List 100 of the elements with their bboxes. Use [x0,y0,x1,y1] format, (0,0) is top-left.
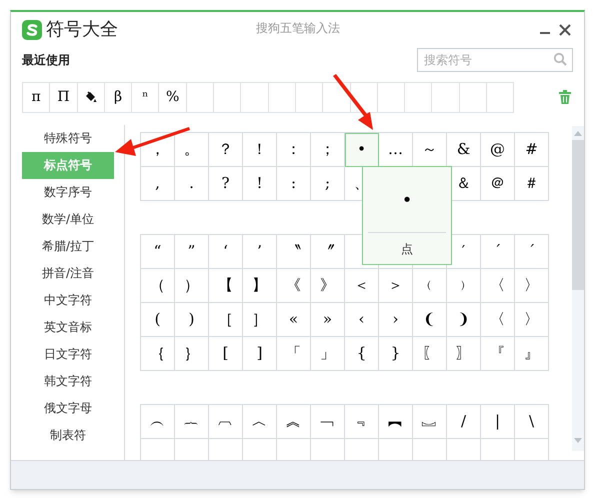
symbol-cell[interactable]: 〉 [515,302,549,337]
paint-bucket-icon [84,90,98,104]
symbol-cell[interactable]: ］ [243,302,277,337]
category-item[interactable]: 制表符 [22,422,114,449]
symbol-cell[interactable]: } [379,336,413,371]
symbol-cell[interactable]: ［ [209,302,243,337]
window-title: 符号大全 [46,18,118,42]
category-item[interactable]: 数字序号 [22,178,114,206]
symbol-cell[interactable]: 〈 [481,268,515,303]
symbol-cell[interactable]: 〝 [277,234,311,269]
symbol-cell[interactable]: 〈 [481,302,515,337]
category-item[interactable]: 中文字符 [22,286,114,314]
symbol-cell[interactable]: ﹁ [311,404,345,439]
category-item[interactable]: 特殊符号 [22,124,114,152]
symbol-cell[interactable]: （ [141,268,175,303]
annotation-arrow [333,74,373,130]
symbol-cell[interactable]: ﹃ [345,404,379,439]
search-field[interactable]: 搜索符号 [417,48,573,72]
symbol-cell[interactable]: ） [175,268,209,303]
symbol-cell[interactable]: ‘ [209,234,243,269]
symbol-cell[interactable]: [ [209,336,243,371]
symbol-cell[interactable]: • [345,132,379,167]
symbol-cell[interactable]: ︵ [141,404,175,439]
scroll-thumb[interactable] [572,140,584,290]
symbol-cell[interactable]: ❨ [413,302,447,337]
scroll-up-icon[interactable] [573,128,583,137]
category-item[interactable]: 韩文字符 [22,368,114,395]
recent-cell[interactable]: β [104,82,132,113]
symbol-cell[interactable]: 【 [209,268,243,303]
symbol-cell[interactable]: ： [277,132,311,167]
symbol-cell[interactable]: ﹙ [413,268,447,303]
symbol-cell[interactable]: ︗ [413,404,447,439]
symbol-cell[interactable]: 《 [277,268,311,303]
scroll-down-icon[interactable] [573,436,583,445]
symbol-cell[interactable]: ” [175,234,209,269]
symbol-cell[interactable]: ? [209,166,243,201]
symbol-cell[interactable]: | [481,404,515,439]
category-item[interactable]: 拼音/注音 [22,260,114,287]
symbol-cell[interactable]: / [447,404,481,439]
trash-icon[interactable] [559,90,571,104]
symbol-cell[interactable]: ‹ [345,302,379,337]
category-item[interactable]: 英文音标 [22,314,114,341]
symbol-cell[interactable]: ﹚ [447,268,481,303]
symbol-cell[interactable]: 」 [311,336,345,371]
symbol-name: 点 [401,240,413,258]
recent-cell[interactable]: % [159,82,187,113]
symbol-cell[interactable]: ｛ [141,336,175,371]
symbol-cell[interactable]: 〖 [413,336,447,371]
symbol-cell[interactable]: , [141,166,175,201]
app-name: 搜狗五笔输入法 [256,20,340,37]
symbol-cell[interactable]: ❩ [447,302,481,337]
category-item[interactable]: 日文字符 [22,340,114,368]
symbol-cell[interactable]: ︷ [175,404,209,439]
symbol-cell[interactable]: ´ [481,234,515,269]
symbol-cell[interactable]: › [379,302,413,337]
recent-cell[interactable] [78,82,105,113]
symbol-cell[interactable]: » [311,302,345,337]
symbol-cell[interactable]: ｝ [175,336,209,371]
symbol-cell[interactable]: 》 [311,268,345,303]
search-icon[interactable] [553,52,567,66]
category-item[interactable]: 数学/单位 [22,206,114,233]
symbol-cell[interactable]: “ [141,234,175,269]
symbol-cell[interactable]: ︽ [277,404,311,439]
symbol-cell[interactable]: { [345,336,379,371]
close-icon[interactable] [559,24,571,36]
symbol-cell[interactable]: @ [481,132,515,167]
symbol-cell[interactable]: ？ [209,132,243,167]
symbol-cell[interactable]: 〞 [311,234,345,269]
symbol-cell[interactable]: 』 [515,336,549,371]
symbol-cell[interactable]: ’ [243,234,277,269]
symbol-cell[interactable]: # [515,132,549,167]
recent-cell[interactable]: Π [50,82,78,113]
symbol-cell[interactable]: ˊ [515,234,549,269]
symbol-cell[interactable]: 『 [481,336,515,371]
symbol-cell[interactable]: ] [243,336,277,371]
symbol-cell[interactable]: ＠ [481,166,515,201]
symbol-cell[interactable]: 〗 [447,336,481,371]
symbol-cell[interactable]: . [175,166,209,201]
symbol-cell[interactable]: ︹ [209,404,243,439]
symbol-cell[interactable]: 】 [243,268,277,303]
symbol-cell[interactable]: ︻ [379,404,413,439]
symbol-cell[interactable]: ( [141,302,175,337]
symbol-cell[interactable]: ︿ [243,404,277,439]
symbol-cell[interactable]: \ [515,404,549,439]
recent-cell[interactable]: ⁿ [132,82,160,113]
symbol-cell[interactable]: « [277,302,311,337]
scrollbar[interactable] [572,126,584,451]
symbol-cell[interactable]: ！ [243,132,277,167]
symbol-cell[interactable]: 「 [277,336,311,371]
category-item[interactable]: 希腊/拉丁 [22,232,114,260]
recent-cell[interactable]: π [23,82,50,113]
symbol-cell[interactable]: ; [311,166,345,201]
symbol-cell[interactable]: ) [175,302,209,337]
symbol-cell[interactable]: 〉 [515,268,549,303]
category-item[interactable]: 俄文字母 [22,394,114,422]
symbol-cell[interactable]: : [277,166,311,201]
symbol-cell[interactable]: ＞ [379,268,413,303]
symbol-cell[interactable]: ＃ [515,166,549,201]
symbol-cell[interactable]: ＜ [345,268,379,303]
symbol-cell[interactable]: ! [243,166,277,201]
